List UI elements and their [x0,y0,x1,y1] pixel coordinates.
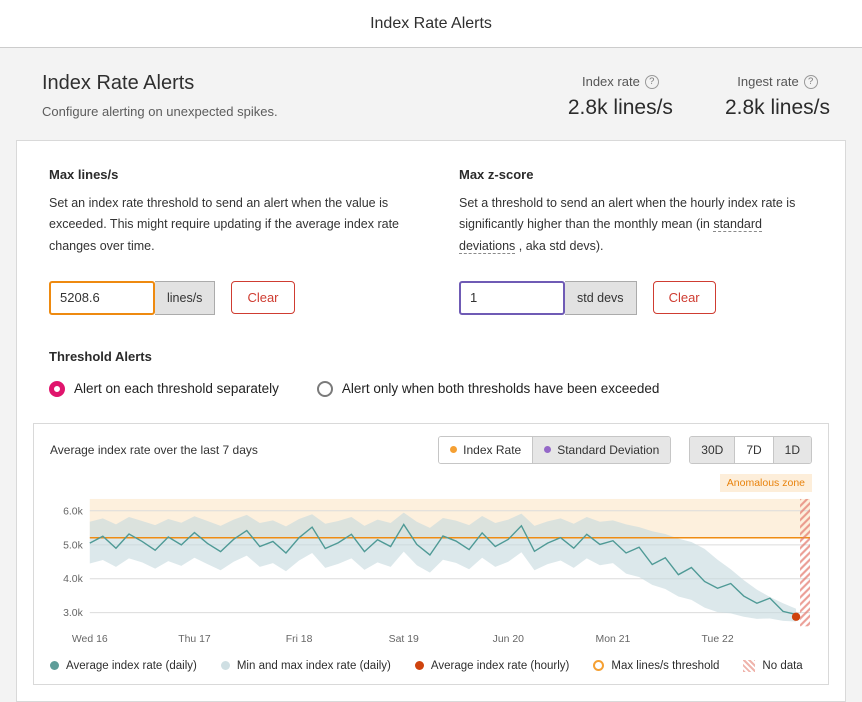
index-rate-chart: 3.0k 4.0k 5.0k 6.0k Wed 16 Thu 17 Fri 18 Sat 19… [63,498,811,645]
range-label: 7D [746,442,762,457]
legend-label: Average index rate (daily) [66,659,197,672]
help-icon[interactable]: ? [803,74,818,89]
top-title-bar: Index Rate Alerts [0,0,862,48]
min-max-dot-icon [220,661,230,671]
legend-daily-avg: Average index rate (daily) [50,660,197,672]
anomalous-zone-label: Anomalous zone [719,473,812,492]
max-zscore-input[interactable] [459,280,565,315]
toggle-index-rate[interactable]: Index Rate [439,436,533,463]
chart-controls: Index Rate Standard Deviation 30D 7D 1D [438,435,812,464]
radio-icon [49,380,65,397]
svg-text:Thu 17: Thu 17 [178,634,211,645]
legend-label: Max lines/s threshold [611,659,720,672]
radio-icon [316,380,333,397]
range-30d-button[interactable]: 30D [690,436,735,463]
svg-text:Wed 16: Wed 16 [72,634,108,645]
svg-text:Fri 18: Fri 18 [286,634,313,645]
radio-label: Alert only when both thresholds have bee… [341,381,660,397]
max-zscore-input-row: std devs Clear [459,280,813,315]
svg-text:4.0k: 4.0k [63,574,84,585]
toggle-label: Standard Deviation [557,442,660,457]
range-label: 30D [701,442,724,457]
toggle-label: Index Rate [463,442,522,457]
svg-text:6.0k: 6.0k [63,506,84,517]
radio-label: Alert on each threshold separately [74,381,279,397]
index-rate-value: 2.8k lines/s [567,96,673,119]
legend-no-data: No data [743,659,803,672]
svg-text:3.0k: 3.0k [63,608,84,619]
svg-text:Sat 19: Sat 19 [389,634,419,645]
clear-max-lines-button[interactable]: Clear [231,281,295,315]
threshold-columns: Max lines/s Set an index rate threshold … [33,167,829,315]
threshold-alerts-options: Alert on each threshold separately Alert… [49,380,813,397]
chart-legend: Average index rate (daily) Min and max i… [50,659,812,672]
standard-deviation-dot-icon [544,446,552,454]
no-data-hatch-icon [743,659,756,672]
time-range-group: 30D 7D 1D [689,435,812,464]
index-rate-dot-icon [450,446,458,454]
lines-unit-addon: lines/s [155,280,216,315]
max-lines-description: Set an index rate threshold to send an a… [49,196,399,253]
clear-max-zscore-button[interactable]: Clear [652,281,716,315]
hourly-avg-dot-icon [414,661,424,671]
max-lines-input-group: lines/s [49,280,216,315]
threshold-ring-icon [593,660,605,672]
ingest-rate-label: Ingest rate [737,74,799,89]
chart-panel: Average index rate over the last 7 days … [33,422,829,685]
index-rate-label-row: Index rate ? [568,74,673,89]
alerts-settings-card: Max lines/s Set an index rate threshold … [16,140,846,702]
index-rate-label: Index rate [581,74,640,89]
legend-label: Average index rate (hourly) [430,659,570,672]
window-title: Index Rate Alerts [370,14,492,32]
range-1d-button[interactable]: 1D [772,436,811,463]
max-lines-section: Max lines/s Set an index rate threshold … [49,167,403,315]
svg-text:Tue 22: Tue 22 [702,634,734,645]
page-header-text: Index Rate Alerts Configure alerting on … [42,72,278,119]
max-lines-title: Max lines/s [49,167,119,182]
stddevs-unit-addon: std devs [565,280,637,315]
ingest-rate-label-row: Ingest rate ? [725,74,830,89]
max-zscore-description: Set a threshold to send an alert when th… [459,193,813,257]
toggle-standard-deviation[interactable]: Standard Deviation [532,436,671,463]
legend-min-max: Min and max index rate (daily) [220,659,391,672]
chart-header: Average index rate over the last 7 days … [50,435,812,464]
index-rate-stat: Index rate ? 2.8k lines/s [568,74,673,120]
max-lines-input[interactable] [49,280,155,315]
ingest-rate-stat: Ingest rate ? 2.8k lines/s [725,74,830,120]
legend-label: No data [762,659,803,672]
legend-label: Min and max index rate (daily) [236,659,391,672]
legend-hourly-avg: Average index rate (hourly) [414,659,570,672]
rate-stats: Index rate ? 2.8k lines/s Ingest rate ? … [568,72,830,120]
threshold-alerts-title: Threshold Alerts [49,348,152,364]
range-label: 1D [784,442,800,457]
zscore-desc-suffix: , aka std devs). [515,238,604,253]
help-icon[interactable]: ? [644,74,659,89]
series-toggle-group: Index Rate Standard Deviation [438,435,672,464]
svg-text:Jun 20: Jun 20 [493,634,525,645]
radio-alert-separately[interactable]: Alert on each threshold separately [49,380,279,397]
section-subtitle: Configure alerting on unexpected spikes. [42,104,278,119]
ingest-rate-value: 2.8k lines/s [724,96,830,119]
range-7d-button[interactable]: 7D [734,436,773,463]
max-zscore-title: Max z-score [459,167,534,182]
anomalous-zone-row: Anomalous zone [50,473,812,492]
page-header: Index Rate Alerts Configure alerting on … [0,48,862,140]
section-title: Index Rate Alerts [42,72,195,94]
max-zscore-input-group: std devs [459,280,637,315]
radio-alert-both[interactable]: Alert only when both thresholds have bee… [316,380,660,397]
legend-threshold: Max lines/s threshold [593,660,719,672]
max-zscore-section: Max z-score Set a threshold to send an a… [459,167,813,315]
chart-title: Average index rate over the last 7 days [50,442,258,457]
svg-text:5.0k: 5.0k [63,540,84,551]
threshold-alerts-section: Threshold Alerts Alert on each threshold… [33,349,829,397]
daily-avg-dot-icon [50,661,59,671]
svg-text:Mon 21: Mon 21 [596,634,631,645]
max-lines-input-row: lines/s Clear [49,280,403,315]
